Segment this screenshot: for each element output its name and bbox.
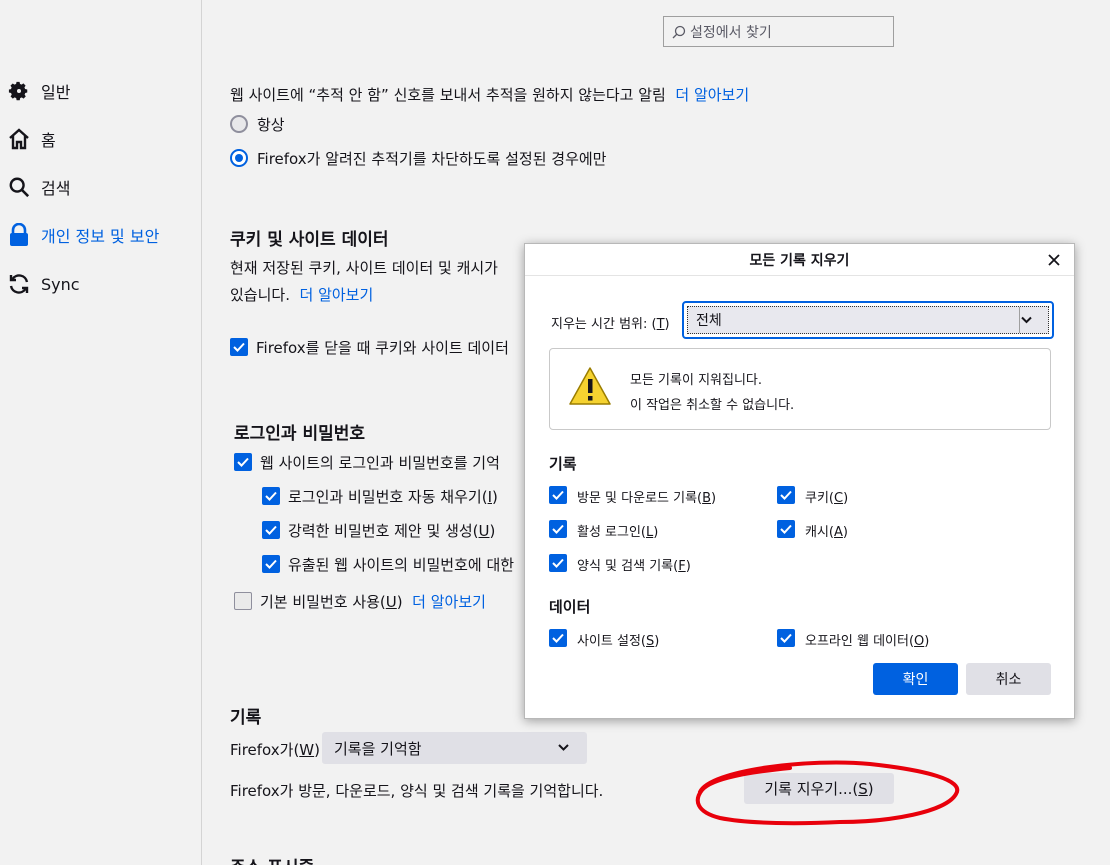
- sidebar-item-label: 일반: [41, 83, 71, 102]
- data-section-heading: 데이터: [549, 598, 591, 616]
- gear-icon: [6, 78, 32, 104]
- cookies-desc-line2: 있습니다. 더 알아보기: [230, 284, 373, 305]
- primary-password-learn-more-link[interactable]: 더 알아보기: [412, 593, 486, 611]
- address-bar-heading: 주소 표시줄: [230, 853, 314, 865]
- browsing-history-checkbox[interactable]: [549, 486, 567, 504]
- ok-button[interactable]: 확인: [873, 663, 958, 695]
- suggest-passwords-checkbox[interactable]: [262, 521, 280, 539]
- sidebar-item-home[interactable]: 홈: [0, 122, 200, 156]
- search-input[interactable]: 설정에서 찾기: [663, 16, 894, 47]
- breach-alerts-checkbox[interactable]: [262, 555, 280, 573]
- cookies-learn-more-link[interactable]: 더 알아보기: [300, 286, 374, 304]
- breach-alerts-label: 유출된 웹 사이트의 비밀번호에 대한: [288, 556, 515, 574]
- autofill-logins-label: 로그인과 비밀번호 자동 채우기(I): [288, 488, 498, 506]
- time-range-select[interactable]: 전체: [682, 301, 1054, 339]
- dnt-text: 웹 사이트에 “추적 안 함” 신호를 보내서 추적을 원하지 않는다고 알림 …: [230, 84, 749, 105]
- sidebar-item-search[interactable]: 검색: [0, 170, 200, 204]
- suggest-passwords-label: 강력한 비밀번호 제안 및 생성(U): [288, 522, 496, 540]
- dnt-description: 웹 사이트에 “추적 안 함” 신호를 보내서 추적을 원하지 않는다고 알림: [230, 86, 666, 104]
- sidebar-item-label: 개인 정보 및 보안: [41, 227, 160, 246]
- history-heading: 기록: [230, 708, 262, 728]
- dnt-only-radio[interactable]: [230, 149, 248, 167]
- annotation-circle: [695, 760, 960, 826]
- sidebar-item-label: Sync: [41, 274, 80, 294]
- range-label: 지우는 시간 범위: (T): [551, 317, 670, 332]
- search-icon: [6, 174, 32, 200]
- ask-save-logins-checkbox[interactable]: [234, 453, 252, 471]
- primary-password-checkbox[interactable]: [234, 592, 252, 610]
- warning-line1: 모든 기록이 지워집니다.: [630, 373, 762, 388]
- active-logins-checkbox[interactable]: [549, 520, 567, 538]
- clear-history-dialog: 모든 기록 지우기 지우는 시간 범위: (T) 전체 모든 기록이 지워집니다…: [524, 243, 1075, 719]
- sync-icon: [6, 271, 32, 297]
- chevron-down-icon: [1021, 316, 1032, 324]
- warning-box: 모든 기록이 지워집니다. 이 작업은 취소할 수 없습니다.: [549, 348, 1051, 430]
- chevron-down-icon: [558, 744, 569, 751]
- search-placeholder: 설정에서 찾기: [690, 24, 772, 41]
- active-logins-label: 활성 로그인(L): [577, 525, 659, 540]
- site-settings-label: 사이트 설정(S): [577, 634, 660, 649]
- dnt-only-label: Firefox가 알려진 추적기를 차단하도록 설정된 경우에만: [257, 150, 607, 168]
- search-icon: [672, 25, 686, 38]
- sidebar-item-sync[interactable]: Sync: [0, 267, 200, 301]
- sidebar-item-privacy[interactable]: 개인 정보 및 보안: [0, 218, 200, 252]
- browsing-history-label: 방문 및 다운로드 기록(B): [577, 491, 717, 506]
- ask-save-logins-label: 웹 사이트의 로그인과 비밀번호를 기억: [260, 454, 500, 472]
- cookies-checkbox[interactable]: [777, 486, 795, 504]
- sidebar-item-general[interactable]: 일반: [0, 74, 200, 108]
- cancel-button[interactable]: 취소: [966, 663, 1051, 695]
- history-mode-label: Firefox가(W): [230, 741, 320, 759]
- autofill-logins-checkbox[interactable]: [262, 487, 280, 505]
- sidebar-item-label: 홈: [41, 131, 56, 150]
- site-settings-checkbox[interactable]: [549, 629, 567, 647]
- dnt-learn-more-link[interactable]: 더 알아보기: [675, 86, 749, 104]
- time-range-value: 전체: [696, 313, 722, 329]
- primary-password-label: 기본 비밀번호 사용(U) 더 알아보기: [260, 593, 486, 611]
- offline-data-checkbox[interactable]: [777, 629, 795, 647]
- cache-label: 캐시(A): [805, 525, 848, 540]
- cache-checkbox[interactable]: [777, 520, 795, 538]
- logins-heading: 로그인과 비밀번호: [234, 424, 366, 444]
- history-desc: Firefox가 방문, 다운로드, 양식 및 검색 기록을 기억합니다.: [230, 782, 604, 800]
- sidebar: 일반 홈 검색 개인 정보 및 보안 Sync: [0, 0, 202, 865]
- history-mode-value: 기록을 기억함: [334, 739, 422, 758]
- form-search-history-checkbox[interactable]: [549, 554, 567, 572]
- offline-data-label: 오프라인 웹 데이터(O): [805, 634, 930, 649]
- dnt-always-label: 항상: [257, 116, 285, 134]
- cookies-desc-end: 있습니다.: [230, 286, 290, 304]
- warning-line2: 이 작업은 취소할 수 없습니다.: [630, 398, 795, 413]
- cookies-label: 쿠키(C): [805, 491, 849, 506]
- history-mode-select[interactable]: 기록을 기억함: [322, 732, 587, 764]
- form-search-history-label: 양식 및 검색 기록(F): [577, 559, 691, 574]
- history-section-heading: 기록: [549, 455, 577, 473]
- cookies-heading: 쿠키 및 사이트 데이터: [230, 230, 389, 250]
- delete-on-close-checkbox[interactable]: [230, 338, 248, 356]
- home-icon: [6, 126, 32, 152]
- lock-icon: [6, 222, 32, 248]
- close-icon[interactable]: [1044, 250, 1064, 270]
- warning-icon: [569, 367, 611, 405]
- dnt-always-radio[interactable]: [230, 115, 248, 133]
- cookies-desc: 현재 저장된 쿠키, 사이트 데이터 및 캐시가: [230, 259, 498, 277]
- dialog-title: 모든 기록 지우기: [525, 244, 1074, 276]
- sidebar-item-label: 검색: [41, 179, 71, 198]
- delete-on-close-label: Firefox를 닫을 때 쿠키와 사이트 데이터: [256, 339, 509, 357]
